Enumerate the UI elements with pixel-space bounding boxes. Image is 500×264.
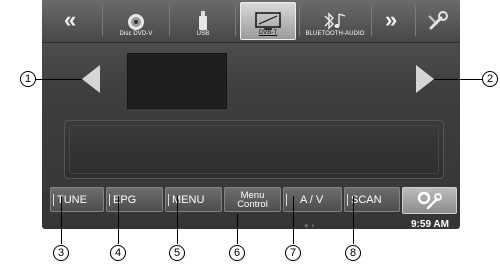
callout-7: 7 xyxy=(285,245,301,261)
tune-button[interactable]: TUNE xyxy=(50,187,104,212)
callout-line xyxy=(118,196,119,244)
callout-5: 5 xyxy=(169,245,185,261)
callout-2: 2 xyxy=(482,71,498,87)
callout-line xyxy=(434,79,482,80)
menu-control-line2: Control xyxy=(237,198,268,210)
quick-setup-icon xyxy=(417,191,442,210)
divider xyxy=(235,6,236,36)
previous-channel-arrow[interactable] xyxy=(82,65,100,93)
av-label: A / V xyxy=(300,193,324,206)
callout-line xyxy=(61,196,62,244)
menu-button[interactable]: MENU xyxy=(165,187,222,212)
divider xyxy=(371,6,372,36)
divider xyxy=(168,194,169,206)
divider xyxy=(102,6,103,36)
next-channel-arrow[interactable] xyxy=(416,65,434,93)
source-usb-button[interactable]: USB xyxy=(174,2,232,40)
video-preview xyxy=(127,53,227,109)
callout-8: 8 xyxy=(345,245,361,261)
usb-icon xyxy=(199,11,207,30)
callout-line xyxy=(353,196,354,244)
source-bluetooth-audio-button[interactable]: BLUETOOTH-AUDIO xyxy=(302,2,368,40)
info-panel xyxy=(64,120,444,179)
setup-wrench-icon xyxy=(428,11,448,30)
source-disc-dvd-button[interactable]: Disc DVD-V xyxy=(106,2,166,40)
function-bar: TUNE EPG MENU Menu Control A / V SCAN ● … xyxy=(42,186,460,230)
source-bar: « Disc DVD-V USB DVB-T BLUETOOTH-AUDIO » xyxy=(42,0,460,43)
callout-line xyxy=(36,79,82,80)
divider xyxy=(169,6,170,36)
divider xyxy=(109,194,110,206)
divider xyxy=(286,194,287,206)
dvbt-screen: « Disc DVD-V USB DVB-T BLUETOOTH-AUDIO »… xyxy=(42,0,460,230)
divider xyxy=(415,6,416,36)
epg-button[interactable]: EPG xyxy=(106,187,163,212)
callout-3: 3 xyxy=(53,245,69,261)
divider xyxy=(299,6,300,36)
callout-line xyxy=(293,196,294,244)
source-label: BLUETOOTH-AUDIO xyxy=(305,31,365,37)
bluetooth-audio-icon xyxy=(324,12,346,30)
quick-setup-button[interactable] xyxy=(402,187,457,214)
av-button[interactable]: A / V xyxy=(283,187,342,212)
forward-chevron-button[interactable]: » xyxy=(385,9,397,31)
clock: 9:59 AM xyxy=(411,219,449,230)
disc-icon xyxy=(128,14,144,30)
source-dvbt-button[interactable]: DVB-T xyxy=(240,2,296,40)
info-panel-inner xyxy=(69,125,439,174)
setup-button[interactable] xyxy=(420,2,458,40)
divider xyxy=(347,194,348,206)
menu-control-button[interactable]: Menu Control xyxy=(224,187,281,212)
divider xyxy=(53,194,54,206)
menu-control-label: Menu Control xyxy=(237,190,268,210)
epg-label: EPG xyxy=(113,193,137,206)
tv-icon xyxy=(255,12,281,30)
callout-line xyxy=(237,214,238,244)
callout-1: 1 xyxy=(20,71,36,87)
callout-4: 4 xyxy=(110,245,126,261)
source-label: USB xyxy=(196,31,210,37)
source-label: DVB-T xyxy=(258,30,278,36)
rewind-chevron-button[interactable]: « xyxy=(64,9,76,31)
source-label: Disc DVD-V xyxy=(119,31,153,37)
status-icons: ● ◐ xyxy=(304,221,316,230)
callout-line xyxy=(177,196,178,244)
scan-label: SCAN xyxy=(351,193,382,206)
callout-6: 6 xyxy=(229,245,245,261)
